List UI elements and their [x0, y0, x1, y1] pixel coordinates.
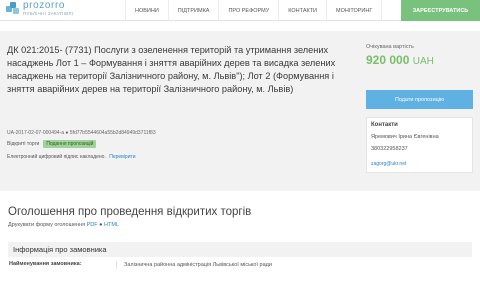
contact-name: Яремович Ірина Євгенівна: [371, 134, 439, 140]
customer-name-value: Залізнична районна адміністрація Львівсь…: [116, 261, 296, 269]
nav-about-reform[interactable]: ПРО РЕФОРМУ: [218, 0, 278, 21]
announcement-title: Оголошення про проведення відкритих торг…: [8, 206, 252, 218]
customer-info-title: Інформація про замовника: [8, 242, 472, 257]
contact-email-link[interactable]: zagorg@ukr.net: [371, 161, 468, 167]
tender-meta: Відкриті торги Подання пропозицій: [7, 140, 97, 148]
customer-name-row: Найменування замовника: Залізнична район…: [8, 261, 472, 269]
contacts-panel: Контакти Яремович Ірина Євгенівна 380322…: [366, 117, 473, 173]
nav-support[interactable]: ПІДТРИМКА: [167, 0, 219, 21]
estimated-value-label: Очікувана вартість: [366, 44, 414, 50]
print-form-line: Друкувати форму оголошення PDF ● HTML: [8, 222, 119, 228]
main-nav: НОВИНИ ПІДТРИМКА ПРО РЕФОРМУ КОНТАКТИ МО…: [125, 0, 383, 21]
nav-contacts[interactable]: КОНТАКТИ: [278, 0, 326, 21]
print-html-link[interactable]: HTML: [104, 222, 119, 228]
logo-name: prozorro: [23, 0, 66, 11]
customer-info-section: Інформація про замовника Найменування за…: [8, 242, 472, 269]
verify-signature-link[interactable]: Перевірити: [109, 154, 135, 160]
submit-proposal-button[interactable]: Подати пропозицію: [366, 90, 473, 109]
estimated-value: 920 000 UAH: [366, 53, 473, 67]
tender-summary: ДК 021:2015- (7731) Послуги з озеленення…: [0, 31, 480, 191]
contact-phone: 380322958237: [371, 146, 408, 152]
separator: ●: [99, 222, 103, 228]
register-button[interactable]: ЗАРЕЄСТРУВАТИСЬ: [401, 0, 480, 21]
status-badge: Подання пропозицій: [43, 140, 97, 148]
print-prefix: Друкувати форму оголошення: [8, 222, 86, 228]
tender-id: UA-2017-02-07-000494-a ● 5fd77b5544604a5…: [7, 130, 156, 136]
logo-subtitle: публічні закупівлі: [23, 11, 74, 16]
estimated-amount: 920 000: [366, 53, 410, 67]
tender-title: ДК 021:2015- (7731) Послуги з озеленення…: [7, 45, 336, 94]
nav-monitoring[interactable]: МОНІТОРИНГ: [326, 0, 383, 21]
top-header: prozorro публічні закупівлі НОВИНИ ПІДТР…: [0, 0, 480, 21]
currency: UAH: [412, 56, 434, 67]
prozorro-logo[interactable]: prozorro публічні закупівлі: [6, 1, 73, 17]
signature-text: Електронний цифровий підпис накладено.: [7, 154, 106, 160]
signature-line: Електронний цифровий підпис накладено. П…: [7, 154, 136, 160]
customer-name-label: Найменування замовника:: [9, 261, 82, 267]
print-pdf-link[interactable]: PDF: [87, 222, 98, 228]
nav-news[interactable]: НОВИНИ: [125, 0, 168, 21]
prozorro-logo-icon: [6, 2, 20, 16]
procedure-type: Відкриті торги: [7, 141, 40, 147]
contacts-title: Контакти: [371, 122, 398, 128]
tender-sidebar: Очікувана вартість 920 000 UAH Подати пр…: [366, 44, 473, 173]
